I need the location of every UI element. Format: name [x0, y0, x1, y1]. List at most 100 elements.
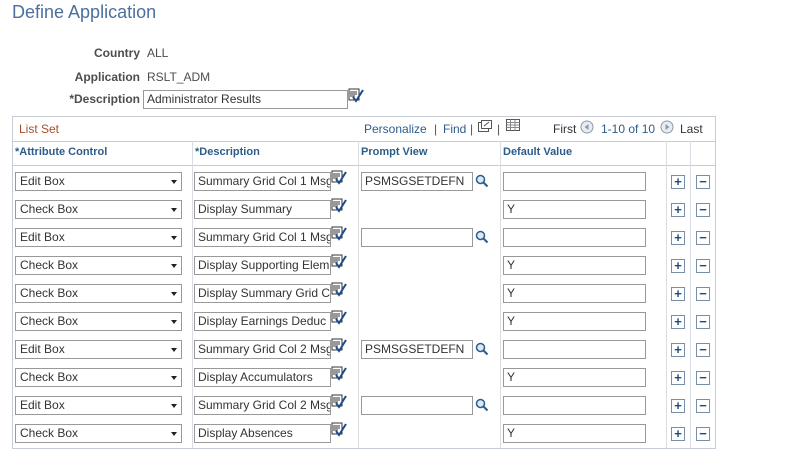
- attribute-control-select[interactable]: Check Box: [15, 312, 182, 331]
- column-divider: [666, 141, 667, 448]
- default-value-field[interactable]: Y: [503, 424, 646, 443]
- row-description-field[interactable]: Summary Grid Col 2 Msg: [194, 396, 331, 415]
- attribute-control-select[interactable]: Check Box: [15, 284, 182, 303]
- page-range: 1-10 of 10: [601, 122, 656, 136]
- prompt-view-field[interactable]: [361, 396, 473, 415]
- column-divider: [358, 141, 359, 448]
- attribute-control-value: Check Box: [20, 370, 79, 384]
- row-description-field[interactable]: Display Summary: [194, 200, 331, 219]
- row-description-field[interactable]: Display Accumulators: [194, 368, 331, 387]
- view-all-icon[interactable]: [478, 120, 492, 132]
- chevron-down-icon: [171, 376, 177, 380]
- default-value-field[interactable]: Y: [503, 312, 646, 331]
- default-value-field[interactable]: Y: [503, 284, 646, 303]
- find-link[interactable]: Find: [443, 122, 466, 136]
- spell-check-icon[interactable]: [331, 170, 347, 186]
- default-value-field[interactable]: Y: [503, 200, 646, 219]
- last-label: Last: [680, 122, 703, 136]
- add-row-icon[interactable]: +: [671, 343, 685, 357]
- add-row-icon[interactable]: +: [671, 399, 685, 413]
- spell-check-icon[interactable]: [331, 282, 347, 298]
- delete-row-icon[interactable]: −: [696, 203, 710, 217]
- delete-row-icon[interactable]: −: [696, 175, 710, 189]
- delete-row-icon[interactable]: −: [696, 315, 710, 329]
- nav-separator: |: [470, 122, 474, 136]
- header-prompt-view[interactable]: Prompt View: [361, 146, 427, 158]
- chevron-down-icon: [171, 404, 177, 408]
- grid-title: List Set: [19, 122, 60, 136]
- add-row-icon[interactable]: +: [671, 315, 685, 329]
- delete-row-icon[interactable]: −: [696, 259, 710, 273]
- row-description-field[interactable]: Display Summary Grid C: [194, 284, 331, 303]
- attribute-control-select[interactable]: Edit Box: [15, 172, 182, 191]
- attribute-control-select[interactable]: Check Box: [15, 424, 182, 443]
- attribute-control-select[interactable]: Edit Box: [15, 396, 182, 415]
- delete-row-icon[interactable]: −: [696, 399, 710, 413]
- spell-check-icon[interactable]: [331, 394, 347, 410]
- delete-row-icon[interactable]: −: [696, 287, 710, 301]
- row-description-field[interactable]: Display Supporting Elem: [194, 256, 331, 275]
- add-row-icon[interactable]: +: [671, 371, 685, 385]
- prompt-view-field[interactable]: [361, 228, 473, 247]
- spell-check-icon[interactable]: [348, 88, 364, 104]
- default-value-field[interactable]: [503, 172, 646, 191]
- row-description-field[interactable]: Display Absences: [194, 424, 331, 443]
- default-value-field[interactable]: Y: [503, 368, 646, 387]
- add-row-icon[interactable]: +: [671, 287, 685, 301]
- header-description[interactable]: *Description: [195, 146, 260, 158]
- application-label: Application: [74, 70, 140, 84]
- add-row-icon[interactable]: +: [671, 259, 685, 273]
- chevron-down-icon: [171, 292, 177, 296]
- default-value-field[interactable]: [503, 340, 646, 359]
- add-row-icon[interactable]: +: [671, 203, 685, 217]
- attribute-control-value: Check Box: [20, 258, 79, 272]
- header-default-value[interactable]: Default Value: [503, 146, 572, 158]
- description-field[interactable]: Administrator Results: [143, 90, 348, 109]
- lookup-icon[interactable]: [475, 230, 489, 244]
- download-excel-icon[interactable]: [506, 119, 520, 131]
- default-value-field[interactable]: [503, 396, 646, 415]
- attribute-control-select[interactable]: Edit Box: [15, 340, 182, 359]
- spell-check-icon[interactable]: [331, 422, 347, 438]
- default-value-field[interactable]: [503, 228, 646, 247]
- row-description-field[interactable]: Summary Grid Col 2 Msg: [194, 340, 331, 359]
- add-row-icon[interactable]: +: [671, 427, 685, 441]
- previous-arrow-icon[interactable]: [580, 120, 594, 134]
- attribute-control-select[interactable]: Check Box: [15, 256, 182, 275]
- spell-check-icon[interactable]: [331, 310, 347, 326]
- attribute-control-value: Check Box: [20, 426, 79, 440]
- spell-check-icon[interactable]: [331, 226, 347, 242]
- delete-row-icon[interactable]: −: [696, 343, 710, 357]
- header-attribute-control[interactable]: *Attribute Control: [15, 146, 107, 158]
- attribute-control-select[interactable]: Check Box: [15, 368, 182, 387]
- prompt-view-field[interactable]: PSMSGSETDEFN: [361, 172, 473, 191]
- delete-row-icon[interactable]: −: [696, 371, 710, 385]
- row-description-field[interactable]: Display Earnings Deduc: [194, 312, 331, 331]
- spell-check-icon[interactable]: [331, 198, 347, 214]
- add-row-icon[interactable]: +: [671, 175, 685, 189]
- add-row-icon[interactable]: +: [671, 231, 685, 245]
- lookup-icon[interactable]: [475, 342, 489, 356]
- description-label: *Description: [69, 92, 140, 106]
- spell-check-icon[interactable]: [331, 254, 347, 270]
- attribute-control-select[interactable]: Edit Box: [15, 228, 182, 247]
- lookup-icon[interactable]: [475, 398, 489, 412]
- delete-row-icon[interactable]: −: [696, 427, 710, 441]
- lookup-icon[interactable]: [475, 174, 489, 188]
- delete-row-icon[interactable]: −: [696, 231, 710, 245]
- chevron-down-icon: [171, 180, 177, 184]
- spell-check-icon[interactable]: [331, 338, 347, 354]
- chevron-down-icon: [171, 208, 177, 212]
- column-divider: [192, 141, 193, 448]
- attribute-control-value: Check Box: [20, 202, 79, 216]
- spell-check-icon[interactable]: [331, 366, 347, 382]
- row-description-field[interactable]: Summary Grid Col 1 Msg: [194, 172, 331, 191]
- row-description-field[interactable]: Summary Grid Col 1 Msg: [194, 228, 331, 247]
- next-arrow-icon[interactable]: [660, 120, 674, 134]
- prompt-view-field[interactable]: PSMSGSETDEFN: [361, 340, 473, 359]
- chevron-down-icon: [171, 348, 177, 352]
- chevron-down-icon: [171, 236, 177, 240]
- personalize-link[interactable]: Personalize: [364, 122, 427, 136]
- default-value-field[interactable]: Y: [503, 256, 646, 275]
- attribute-control-select[interactable]: Check Box: [15, 200, 182, 219]
